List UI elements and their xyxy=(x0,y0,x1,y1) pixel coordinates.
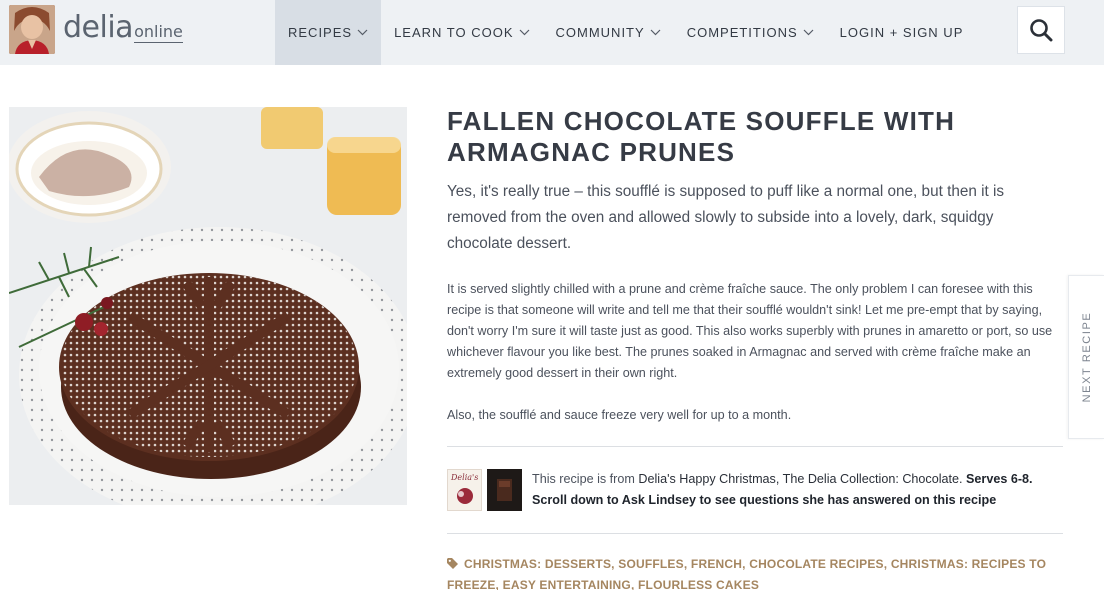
recipe-title-line1: FALLEN CHOCOLATE SOUFFLE WITH xyxy=(447,106,956,136)
nav-learn-to-cook[interactable]: LEARN TO COOK xyxy=(381,0,542,65)
chevron-down-icon xyxy=(357,29,368,36)
source-prefix: This recipe is from xyxy=(532,472,639,486)
book-cover-happy-christmas[interactable]: Delia's xyxy=(447,469,482,511)
tag-french[interactable]: FRENCH xyxy=(691,557,742,571)
nav-recipes[interactable]: RECIPES xyxy=(275,0,382,65)
tag-easy-entertaining[interactable]: EASY ENTERTAINING xyxy=(503,578,631,590)
source-books: Delia's This recipe is from Delia's Happ… xyxy=(447,468,1067,512)
nav-competitions[interactable]: COMPETITIONS xyxy=(674,0,827,65)
nav-competitions-label: COMPETITIONS xyxy=(686,25,798,40)
logo-text: delia xyxy=(63,10,134,45)
description-paragraph: Also, the soufflé and sauce freeze very … xyxy=(447,408,792,422)
nav-community-label: COMMUNITY xyxy=(555,25,645,40)
chevron-down-icon xyxy=(803,29,814,36)
logo-subtext: online xyxy=(134,22,183,43)
source-books-link[interactable]: Delia's Happy Christmas, The Delia Colle… xyxy=(638,472,962,486)
recipe-tags: CHRISTMAS: DESSERTS, SOUFFLES, FRENCH, C… xyxy=(447,557,1047,590)
search-icon xyxy=(1030,19,1053,42)
chevron-down-icon xyxy=(519,29,529,36)
chevron-down-icon xyxy=(650,29,661,36)
tag-icon xyxy=(447,558,458,569)
recipe-title: FALLEN CHOCOLATE SOUFFLE WITH ARMAGNAC P… xyxy=(447,106,1007,168)
description-paragraph: It is served slightly chilled with a pru… xyxy=(447,282,1053,380)
site-logo[interactable]: delia online xyxy=(63,10,183,46)
recipe-source: This recipe is from Delia's Happy Christ… xyxy=(532,469,1067,511)
recipe-title-line2: ARMAGNAC PRUNES xyxy=(447,137,736,167)
recipe-intro: Yes, it's really true – this soufflé is … xyxy=(447,183,1005,252)
tag-flourless-cakes[interactable]: FLOURLESS CAKES xyxy=(638,578,759,590)
tag-souffles[interactable]: SOUFFLES xyxy=(618,557,684,571)
book-cover-chocolate[interactable] xyxy=(487,469,522,511)
nav-login-signup[interactable]: LOGIN + SIGN UP xyxy=(827,0,977,65)
nav-login-label: LOGIN + SIGN UP xyxy=(839,25,964,40)
next-recipe-label: NEXT RECIPE xyxy=(1080,311,1093,403)
recipe-image xyxy=(9,107,407,505)
nav-learn-label: LEARN TO COOK xyxy=(394,25,514,40)
nav-community[interactable]: COMMUNITY xyxy=(543,0,674,65)
divider xyxy=(447,533,1063,534)
recipe-description: It is served slightly chilled with a pru… xyxy=(447,279,1067,447)
delia-avatar[interactable] xyxy=(9,5,55,54)
site-header: delia online RECIPES LEARN TO COOK COMMU… xyxy=(0,0,1104,65)
tag-christmas-desserts[interactable]: CHRISTMAS: DESSERTS xyxy=(464,557,611,571)
next-recipe-tab[interactable]: NEXT RECIPE xyxy=(1068,275,1104,439)
book1-label: Delia's xyxy=(450,473,478,482)
tag-chocolate-recipes[interactable]: CHOCOLATE RECIPES xyxy=(749,557,884,571)
search-button[interactable] xyxy=(1017,6,1065,54)
nav-recipes-label: RECIPES xyxy=(288,25,353,40)
main-nav: RECIPES LEARN TO COOK COMMUNITY COMPETIT… xyxy=(275,0,976,65)
divider xyxy=(447,446,1063,447)
